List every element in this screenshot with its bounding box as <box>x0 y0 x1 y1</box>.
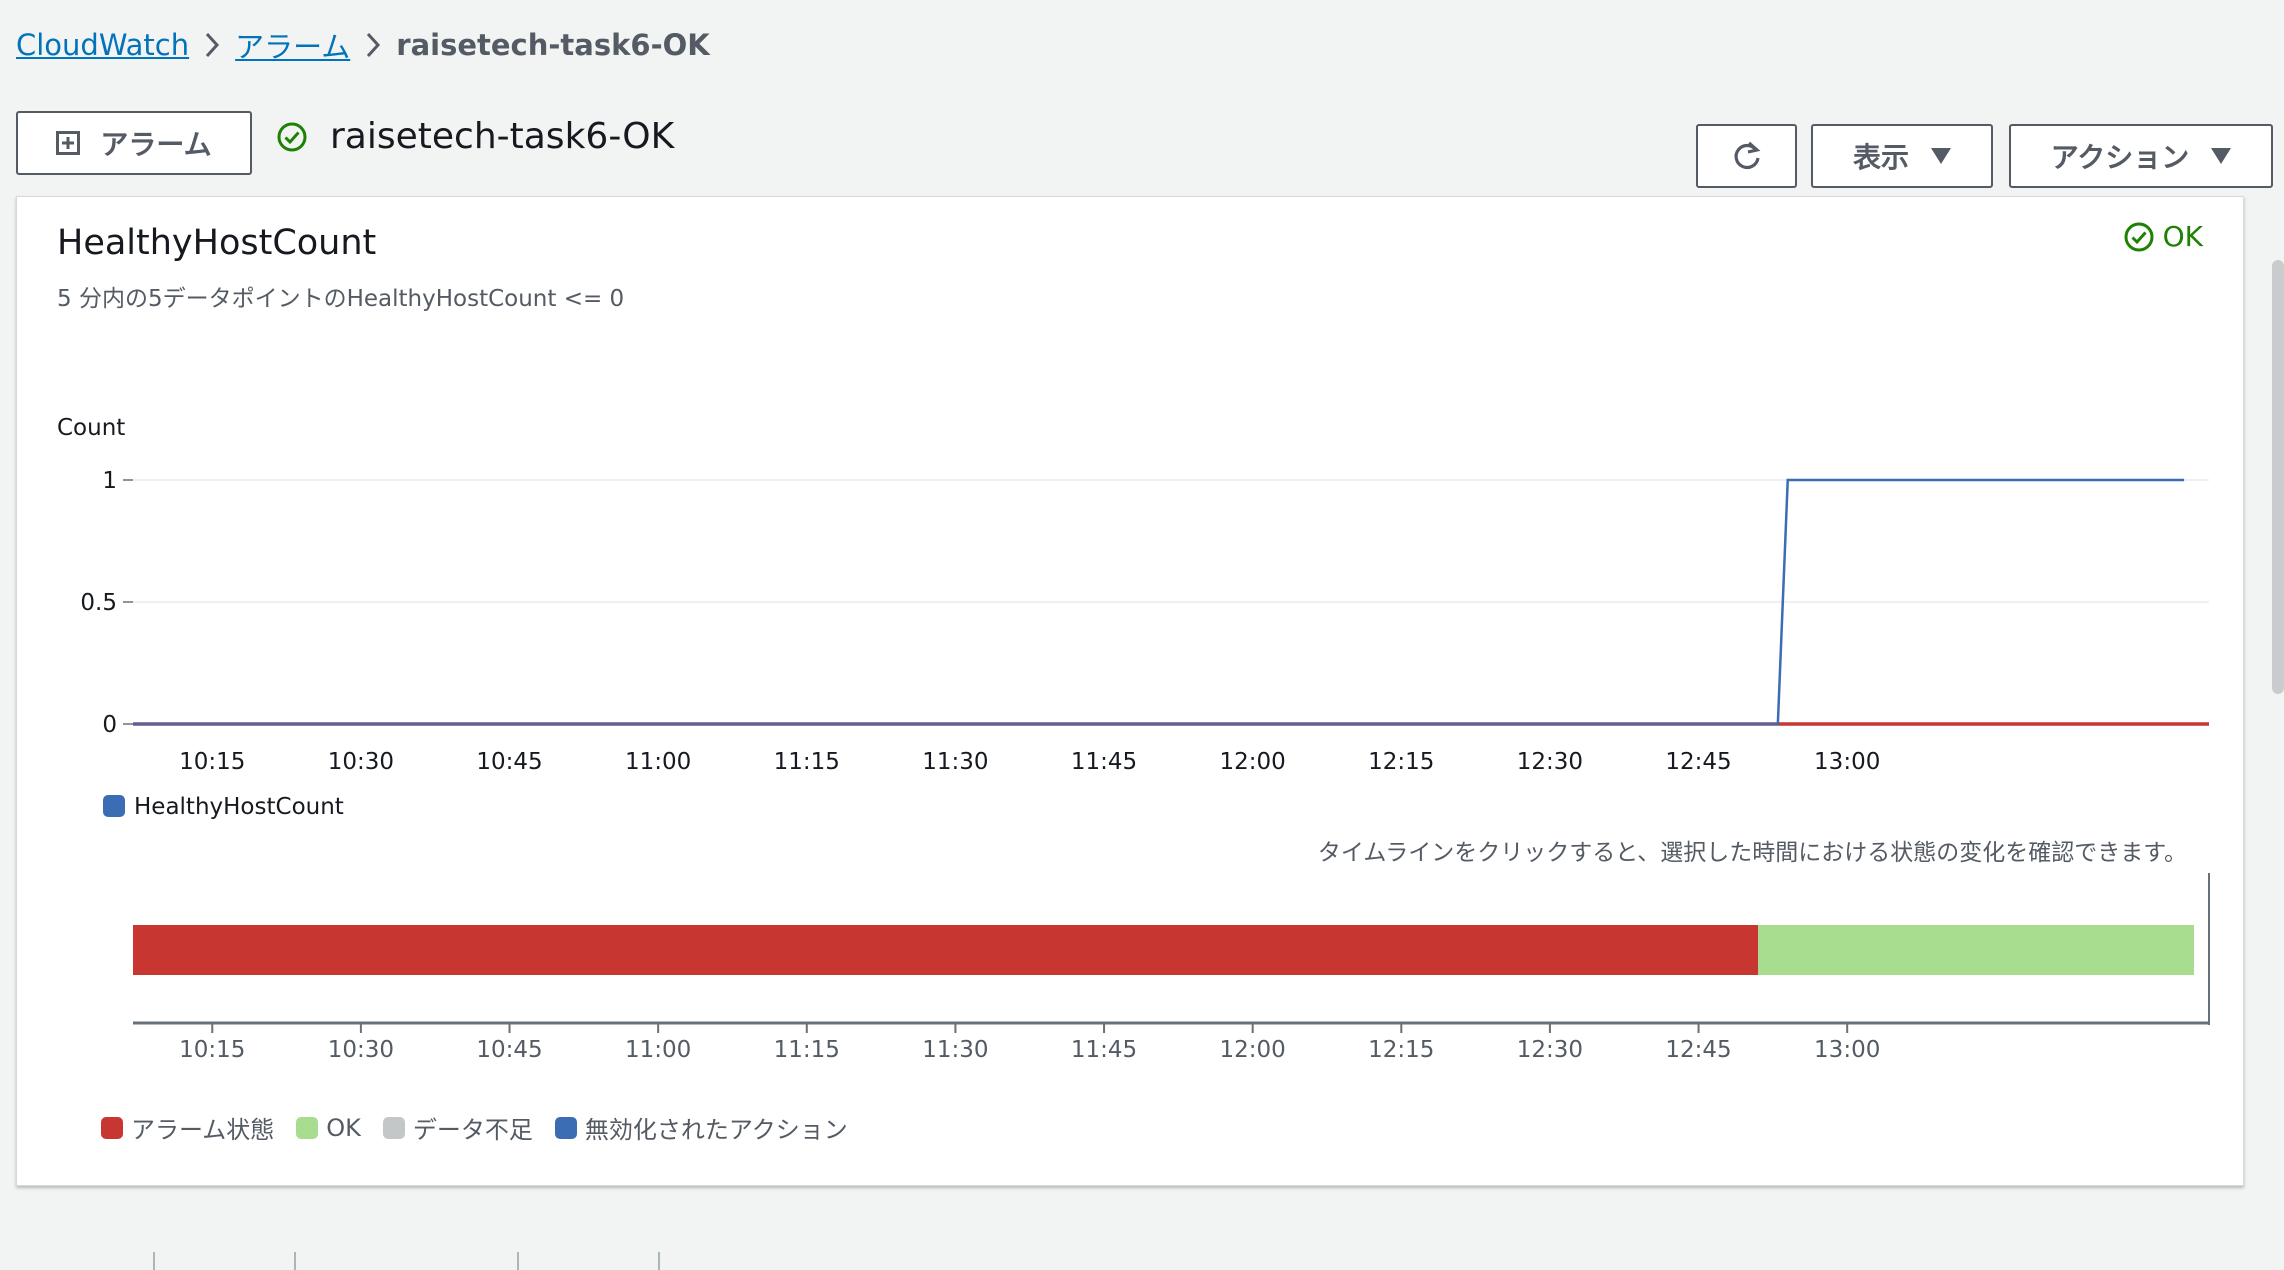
add-to-alarm-button[interactable]: アラーム <box>16 111 252 175</box>
x-tick-label: 12:30 <box>1517 749 1583 775</box>
caret-down-icon <box>1931 148 1951 164</box>
ok-status-icon <box>277 122 307 151</box>
legend-disabled-label: 無効化されたアクション <box>584 1116 848 1144</box>
timeline-segment-alarm <box>133 925 1759 975</box>
table-divider <box>658 1252 660 1270</box>
table-divider <box>517 1252 519 1270</box>
x-tick-label: 10:45 <box>476 749 542 775</box>
breadcrumb-alarms-link[interactable]: アラーム <box>235 24 350 66</box>
timeline-hint: タイムラインをクリックすると、選択した時間における状態の変化を確認できます。 <box>1317 840 2187 866</box>
disabled-swatch <box>554 1116 577 1139</box>
timeline-tick-label: 10:15 <box>179 1037 245 1063</box>
timeline-tick-label: 11:45 <box>1071 1037 1137 1063</box>
timeline-tick-label: 12:00 <box>1220 1037 1286 1063</box>
refresh-button[interactable] <box>1696 124 1797 188</box>
x-tick-label: 12:15 <box>1368 749 1434 775</box>
legend-alarm-label: アラーム状態 <box>131 1116 275 1144</box>
legend-disabled-actions: 無効化されたアクション <box>554 1110 848 1145</box>
breadcrumb-current: raisetech-task6-OK <box>396 28 710 62</box>
add-square-icon <box>56 131 81 155</box>
x-tick-label: 11:15 <box>774 749 840 775</box>
actions-dropdown-button[interactable]: アクション <box>2009 124 2273 188</box>
timeline-tick-label: 12:15 <box>1368 1037 1434 1063</box>
x-tick-label: 11:00 <box>625 749 691 775</box>
insufficient-swatch <box>382 1116 405 1139</box>
metric-chart[interactable]: Count 1 0.5 0 10:15 10:30 10:45 11:00 11:15 11:30… <box>17 197 2243 1185</box>
legend-insufficient: データ不足 <box>382 1110 533 1145</box>
timeline-tick-label: 10:45 <box>476 1037 542 1063</box>
legend-alarm-state: アラーム状態 <box>101 1110 274 1145</box>
refresh-icon <box>1734 141 1760 170</box>
timeline-tick-label: 12:45 <box>1665 1037 1731 1063</box>
legend-ok-label: OK <box>326 1113 361 1142</box>
timeline-tick-label: 11:30 <box>922 1037 988 1063</box>
table-divider <box>153 1252 155 1270</box>
x-tick-label: 10:15 <box>179 749 245 775</box>
state-legend: アラーム状態 OK データ不足 無効化されたアクション <box>101 1110 870 1145</box>
x-tick-label: 11:30 <box>922 749 988 775</box>
series-legend-label: HealthyHostCount <box>134 794 344 820</box>
alarm-graph-panel: HealthyHostCount 5 分内の5データポイントのHealthyHo… <box>16 196 2244 1186</box>
y-tick-label: 0 <box>102 712 117 738</box>
x-tick-label: 11:45 <box>1071 749 1137 775</box>
timeline-tick-label: 13:00 <box>1814 1037 1880 1063</box>
y-tick-label: 1 <box>102 468 117 494</box>
timeline-tick-label: 12:30 <box>1517 1037 1583 1063</box>
legend-ok: OK <box>296 1114 361 1142</box>
timeline-tick-label: 11:00 <box>625 1037 691 1063</box>
add-alarm-label: アラーム <box>100 128 212 161</box>
legend-insufficient-label: データ不足 <box>412 1116 533 1144</box>
y-tick-label: 0.5 <box>80 590 117 616</box>
alarm-swatch <box>101 1116 123 1139</box>
timeline-segment-ok <box>1758 925 2194 975</box>
page-title: raisetech-task6-OK <box>330 116 675 157</box>
display-label: 表示 <box>1852 141 1909 174</box>
x-tick-label: 13:00 <box>1814 749 1880 775</box>
x-tick-label: 10:30 <box>328 749 394 775</box>
ok-swatch <box>296 1116 319 1139</box>
series-legend-swatch <box>103 795 125 817</box>
scrollbar-thumb[interactable] <box>2272 260 2284 694</box>
table-divider <box>294 1252 296 1270</box>
timeline-tick-label: 11:15 <box>774 1037 840 1063</box>
chevron-right-icon <box>189 31 235 59</box>
display-dropdown-button[interactable]: 表示 <box>1811 124 1993 188</box>
breadcrumb-cloudwatch-link[interactable]: CloudWatch <box>16 28 189 62</box>
actions-label: アクション <box>2050 141 2190 174</box>
chevron-right-icon <box>350 31 396 59</box>
page-title-row: raisetech-task6-OK <box>276 116 674 157</box>
caret-down-icon <box>2211 148 2232 164</box>
y-axis-label: Count <box>57 415 125 441</box>
x-tick-label: 12:00 <box>1220 749 1286 775</box>
timeline-tick-label: 10:30 <box>328 1037 394 1063</box>
breadcrumb: CloudWatch アラーム raisetech-task6-OK <box>16 22 710 68</box>
x-tick-label: 12:45 <box>1665 749 1731 775</box>
